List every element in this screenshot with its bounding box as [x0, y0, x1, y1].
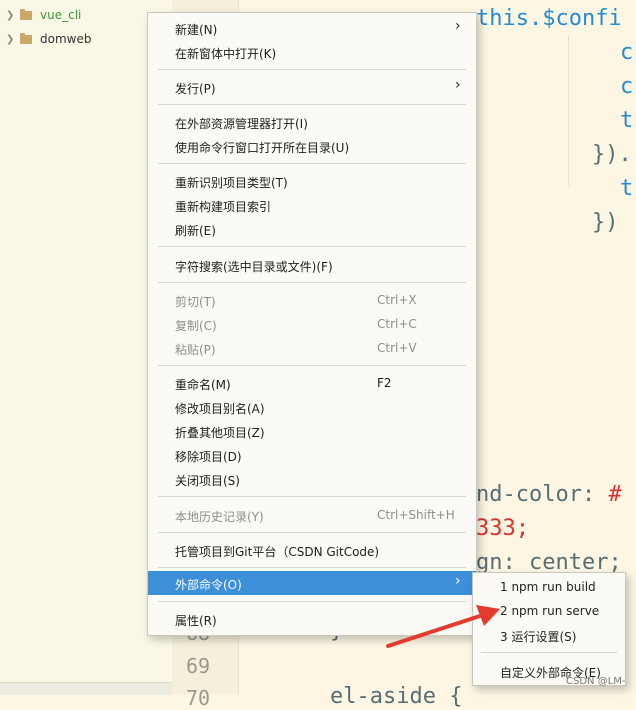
annotation-arrow-icon [386, 605, 500, 648]
watermark: CSDN @LM- [566, 676, 626, 687]
